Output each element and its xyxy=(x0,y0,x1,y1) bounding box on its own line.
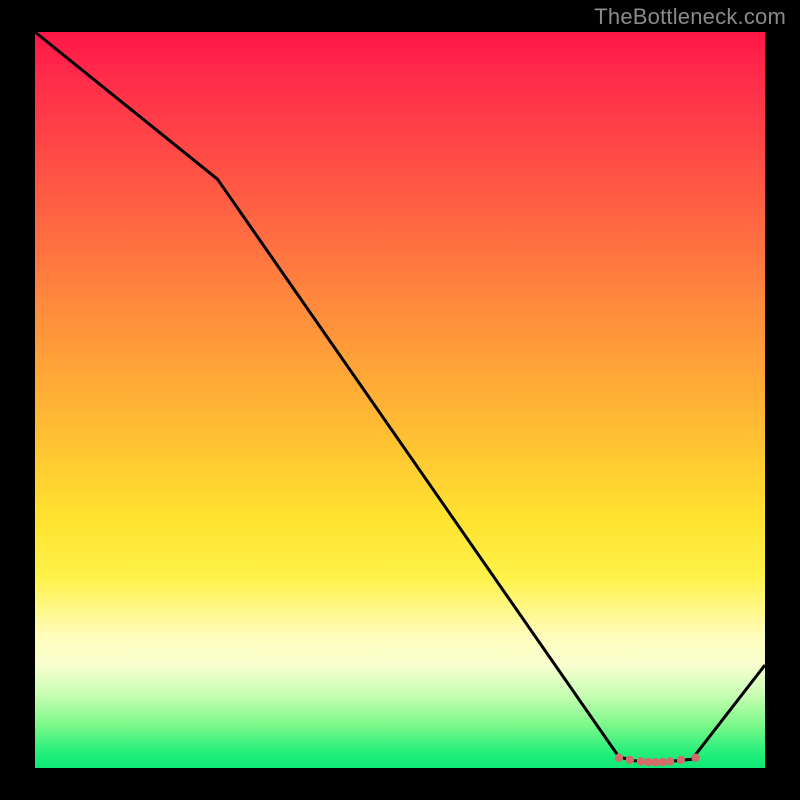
chart-svg xyxy=(35,32,765,768)
data-marker xyxy=(644,758,652,766)
data-marker xyxy=(659,758,667,766)
data-marker xyxy=(651,758,659,766)
data-marker xyxy=(666,757,674,765)
series-line xyxy=(35,32,765,762)
chart-frame: TheBottleneck.com xyxy=(0,0,800,800)
data-marker xyxy=(637,757,645,765)
data-marker xyxy=(615,754,623,762)
plot-area xyxy=(35,32,765,768)
data-marker xyxy=(691,754,699,762)
data-marker xyxy=(677,756,685,764)
attribution-text: TheBottleneck.com xyxy=(594,4,786,30)
data-marker xyxy=(626,756,634,764)
